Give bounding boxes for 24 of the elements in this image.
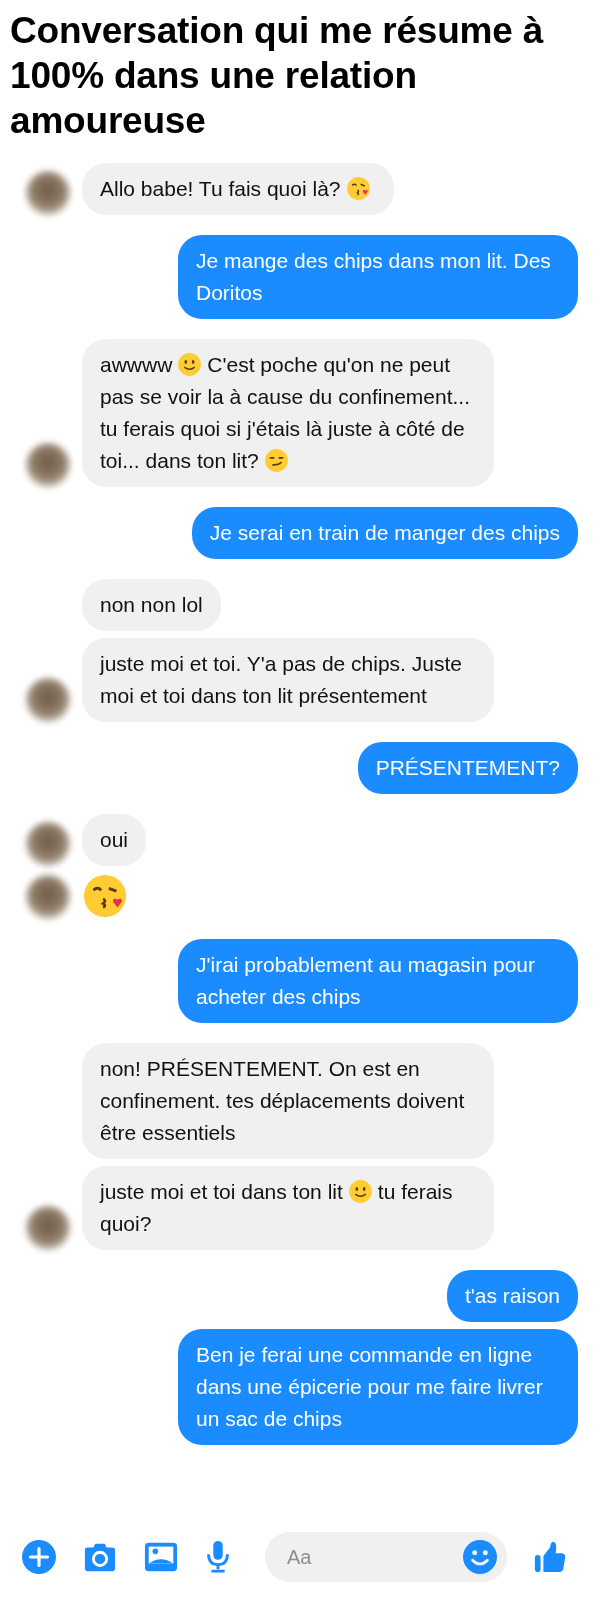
smiley-icon	[347, 1179, 373, 1204]
message-text: PRÉSENTEMENT?	[357, 742, 578, 794]
message-text: Je serai en train de manger des chips	[191, 507, 578, 559]
message-text: oui	[82, 814, 147, 866]
smirk-icon	[263, 448, 289, 473]
message-text: juste moi et toi dans ton lit tu ferais quoi?	[82, 1166, 494, 1250]
thumbs-up-icon[interactable]	[533, 1540, 567, 1574]
message-text: Ben je ferai une commande en ligne dans une épicerie pour me faire livrer un sac de chips	[178, 1329, 578, 1445]
message-text: Allo babe! Tu fais quoi là?	[82, 163, 394, 215]
message-text: non! PRÉSENTEMENT. On est en confinement. tes déplacements doivent être essentiels	[82, 1043, 494, 1159]
microphone-icon[interactable]	[205, 1540, 231, 1574]
message-text: J'irai probablement au magasin pour acheter des chips	[178, 939, 578, 1023]
image-icon[interactable]	[144, 1540, 178, 1574]
page-title: Conversation qui me résume à 100% dans une relation amoureuse	[9, 9, 545, 143]
message-text: t'as raison	[446, 1270, 578, 1322]
message-text: non non lol	[82, 579, 221, 631]
message-field[interactable]: Aa	[265, 1532, 507, 1582]
smiley-icon	[177, 352, 203, 377]
kiss-icon	[345, 176, 371, 201]
emoji-icon[interactable]	[463, 1540, 497, 1574]
add-icon[interactable]	[22, 1540, 56, 1574]
message-text: juste moi et toi. Y'a pas de chips. Juste moi et toi dans ton lit présentement	[82, 638, 494, 722]
message-text: awwww C'est poche qu'on ne peut pas se voir la à cause du confinement... tu ferais quoi si j'étais là juste à côté de toi... dans ton lit?	[82, 339, 494, 487]
message-text: Je mange des chips dans mon lit. Des Doritos	[178, 235, 578, 319]
